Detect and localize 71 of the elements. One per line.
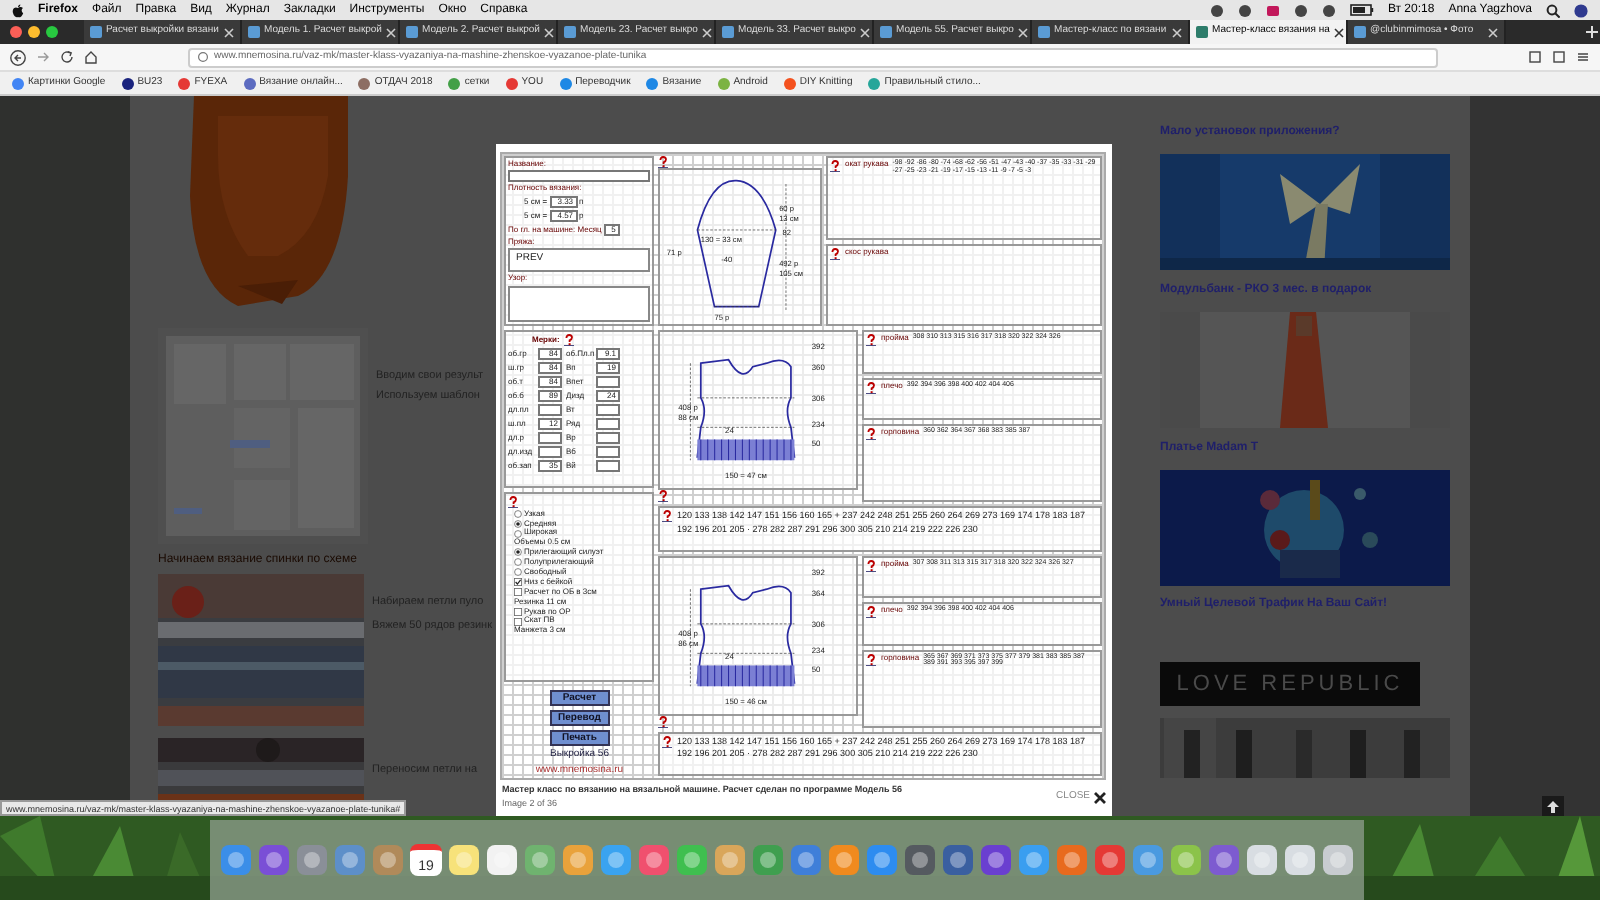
favicon-icon bbox=[880, 26, 892, 38]
close-icon bbox=[1094, 791, 1106, 804]
input-field[interactable] bbox=[538, 446, 562, 459]
sweater-pattern-drawing bbox=[691, 358, 797, 461]
reload-icon[interactable] bbox=[60, 50, 74, 64]
radio-button[interactable] bbox=[514, 548, 522, 557]
favicon-icon bbox=[1354, 26, 1366, 38]
new-tab-icon[interactable] bbox=[1584, 20, 1600, 44]
help-icon[interactable] bbox=[866, 559, 877, 571]
help-icon[interactable] bbox=[658, 156, 669, 168]
app-icon[interactable] bbox=[1246, 844, 1278, 876]
sidebar-icon[interactable] bbox=[1552, 50, 1566, 64]
radio-button[interactable] bbox=[514, 519, 522, 528]
help-icon[interactable] bbox=[866, 653, 877, 665]
app-icon[interactable] bbox=[486, 844, 518, 876]
battery-icon bbox=[1349, 4, 1374, 16]
checkbox[interactable] bbox=[514, 617, 522, 626]
help-icon[interactable] bbox=[830, 160, 841, 172]
radio-button[interactable] bbox=[514, 529, 522, 538]
help-icon[interactable] bbox=[662, 510, 673, 522]
input-field[interactable] bbox=[596, 432, 620, 445]
favicon-icon bbox=[406, 26, 418, 38]
input-field[interactable] bbox=[596, 446, 620, 459]
apple-icon[interactable] bbox=[12, 3, 24, 17]
help-icon[interactable] bbox=[830, 247, 841, 259]
app-icon[interactable] bbox=[904, 844, 936, 876]
sweater-pattern-drawing bbox=[691, 583, 797, 686]
forward-icon[interactable] bbox=[36, 50, 50, 64]
close-icon[interactable] bbox=[1333, 27, 1344, 37]
input-field[interactable] bbox=[596, 376, 620, 389]
arrow-up-icon bbox=[1546, 800, 1560, 814]
checkbox[interactable] bbox=[514, 607, 522, 616]
back-icon[interactable] bbox=[10, 49, 26, 65]
input-field[interactable] bbox=[538, 404, 562, 417]
radio-button[interactable] bbox=[514, 568, 522, 577]
checkbox[interactable] bbox=[514, 587, 522, 596]
menu-icon[interactable] bbox=[1576, 50, 1590, 64]
input-field[interactable] bbox=[538, 432, 562, 445]
help-icon[interactable] bbox=[563, 334, 574, 347]
app-icon[interactable] bbox=[1284, 844, 1316, 876]
help-icon[interactable] bbox=[866, 606, 877, 618]
help-icon[interactable] bbox=[866, 334, 877, 346]
sleeve-pattern-drawing bbox=[697, 179, 788, 311]
input-field[interactable] bbox=[596, 404, 620, 417]
input-field[interactable] bbox=[596, 460, 620, 473]
help-icon[interactable] bbox=[866, 428, 877, 440]
favicon-icon bbox=[90, 26, 102, 38]
checkbox[interactable] bbox=[514, 578, 522, 587]
favicon-icon bbox=[1038, 26, 1050, 38]
help-icon[interactable] bbox=[662, 735, 673, 747]
account-icon[interactable] bbox=[1574, 3, 1588, 17]
input-field[interactable] bbox=[508, 285, 651, 323]
help-icon[interactable] bbox=[866, 381, 877, 393]
info-icon bbox=[198, 52, 208, 62]
help-icon[interactable] bbox=[658, 715, 669, 727]
search-icon[interactable] bbox=[1546, 3, 1560, 17]
help-icon[interactable] bbox=[658, 490, 669, 502]
app-icon[interactable] bbox=[1322, 844, 1354, 876]
radio-button[interactable] bbox=[514, 509, 522, 518]
input-field[interactable] bbox=[508, 170, 651, 183]
scroll-top-button[interactable] bbox=[1542, 796, 1564, 816]
input-field[interactable] bbox=[596, 418, 620, 431]
radio-button[interactable] bbox=[514, 558, 522, 567]
library-icon[interactable] bbox=[1528, 50, 1542, 64]
favicon-icon bbox=[1196, 26, 1208, 38]
favicon-icon bbox=[248, 26, 260, 38]
favicon-icon bbox=[722, 26, 734, 38]
favicon-icon bbox=[564, 26, 576, 38]
help-icon[interactable] bbox=[508, 496, 518, 509]
app-icon[interactable] bbox=[448, 844, 480, 876]
home-icon[interactable] bbox=[84, 50, 98, 64]
